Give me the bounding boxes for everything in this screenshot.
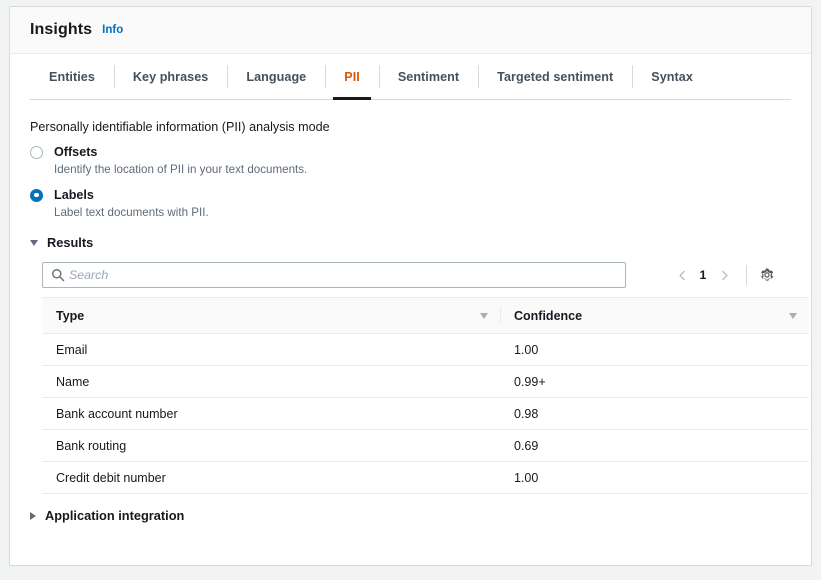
results-section-toggle[interactable]: Results <box>30 235 791 250</box>
column-header-type[interactable]: Type <box>42 298 500 334</box>
cell-confidence: 1.00 <box>500 462 809 494</box>
pagination-previous-button[interactable] <box>671 263 693 287</box>
radio-description-offsets: Identify the location of PII in your tex… <box>54 162 307 178</box>
tabs-wrapper: Entities Key phrases Language PII Sentim… <box>10 54 811 100</box>
table-row[interactable]: Credit debit number 1.00 <box>42 462 809 494</box>
tab-key-phrases[interactable]: Key phrases <box>114 54 227 99</box>
tab-pii[interactable]: PII <box>325 54 379 99</box>
tab-sentiment[interactable]: Sentiment <box>379 54 478 99</box>
search-box[interactable] <box>42 262 626 288</box>
page-title: Insights <box>30 21 92 39</box>
sort-descending-icon-type[interactable] <box>480 313 488 319</box>
cell-type: Name <box>42 366 500 398</box>
toolbar-divider <box>746 265 747 285</box>
tab-list: Entities Key phrases Language PII Sentim… <box>30 54 791 100</box>
table-toolbar: 1 <box>30 258 791 297</box>
results-table-body: Email 1.00 Name 0.99+ Bank account numbe… <box>42 334 809 494</box>
cell-type: Bank routing <box>42 430 500 462</box>
radio-option-labels[interactable]: Labels Label text documents with PII. <box>30 187 791 221</box>
application-integration-section: Application integration <box>10 494 811 523</box>
results-table-head: Type Confidence <box>42 298 809 334</box>
pagination-next-button[interactable] <box>713 263 735 287</box>
tab-syntax[interactable]: Syntax <box>632 54 712 99</box>
chevron-down-icon <box>30 240 38 246</box>
radio-description-labels: Label text documents with PII. <box>54 205 209 221</box>
tab-targeted-sentiment[interactable]: Targeted sentiment <box>478 54 632 99</box>
insights-card: Insights Info Entities Key phrases Langu… <box>9 6 812 566</box>
radio-label-offsets: Offsets <box>54 144 307 161</box>
table-row[interactable]: Name 0.99+ <box>42 366 809 398</box>
card-header: Insights Info <box>10 7 811 54</box>
gear-icon[interactable] <box>757 265 777 285</box>
radio-texts-offsets: Offsets Identify the location of PII in … <box>54 144 307 178</box>
cell-confidence: 0.99+ <box>500 366 809 398</box>
column-header-confidence[interactable]: Confidence <box>500 298 809 334</box>
radio-label-labels: Labels <box>54 187 209 204</box>
tab-language[interactable]: Language <box>227 54 325 99</box>
radio-mark-labels[interactable] <box>30 189 43 202</box>
table-header-row: Type Confidence <box>42 298 809 334</box>
cell-confidence: 1.00 <box>500 334 809 366</box>
pii-mode-label: Personally identifiable information (PII… <box>30 120 791 134</box>
table-row[interactable]: Bank account number 0.98 <box>42 398 809 430</box>
chevron-right-icon <box>30 512 36 520</box>
radio-option-offsets[interactable]: Offsets Identify the location of PII in … <box>30 144 791 178</box>
cell-type: Email <box>42 334 500 366</box>
application-integration-toggle[interactable]: Application integration <box>30 508 791 523</box>
column-header-type-label: Type <box>56 309 84 323</box>
radio-texts-labels: Labels Label text documents with PII. <box>54 187 209 221</box>
page-root: Insights Info Entities Key phrases Langu… <box>0 0 821 580</box>
search-icon <box>51 268 65 282</box>
cell-type: Bank account number <box>42 398 500 430</box>
search-input[interactable] <box>69 263 625 287</box>
radio-mark-offsets[interactable] <box>30 146 43 159</box>
table-row[interactable]: Bank routing 0.69 <box>42 430 809 462</box>
info-link[interactable]: Info <box>102 24 123 36</box>
results-table: Type Confidence <box>42 297 809 494</box>
pii-mode-radio-group: Offsets Identify the location of PII in … <box>30 144 791 220</box>
table-row[interactable]: Email 1.00 <box>42 334 809 366</box>
sort-descending-icon-confidence[interactable] <box>789 313 797 319</box>
tab-entities[interactable]: Entities <box>30 54 114 99</box>
application-integration-title: Application integration <box>45 508 184 523</box>
cell-type: Credit debit number <box>42 462 500 494</box>
results-section-title: Results <box>47 235 93 250</box>
table-toolbar-right: 1 <box>671 263 791 287</box>
cell-confidence: 0.98 <box>500 398 809 430</box>
column-header-confidence-label: Confidence <box>514 309 582 323</box>
pagination-page-1[interactable]: 1 <box>693 268 713 282</box>
card-body: Personally identifiable information (PII… <box>10 100 811 494</box>
cell-confidence: 0.69 <box>500 430 809 462</box>
